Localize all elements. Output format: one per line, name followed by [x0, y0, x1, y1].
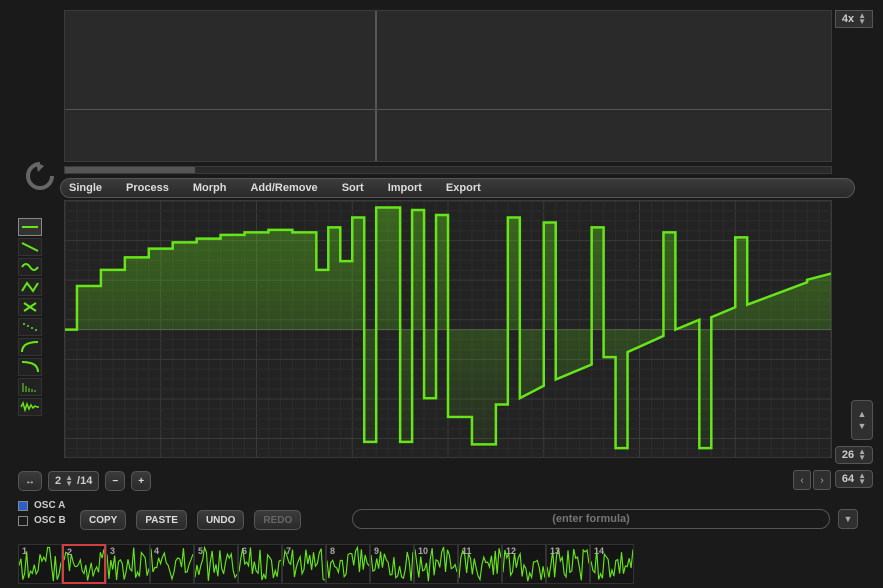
frame-thumb-10[interactable]: 10 [414, 544, 458, 584]
spinner-icon: ▲▼ [65, 475, 73, 487]
frame-total: /14 [77, 475, 92, 487]
formula-input[interactable] [352, 509, 830, 529]
menu-addremove[interactable]: Add/Remove [250, 182, 317, 194]
chevron-up-icon: ▲ [858, 408, 867, 420]
frame-thumb-7[interactable]: 7 [282, 544, 326, 584]
zoom-value: 4x [842, 13, 854, 25]
line-flat-icon[interactable] [18, 218, 42, 236]
prev-button[interactable]: ‹ [793, 470, 811, 490]
next-button[interactable]: › [813, 470, 831, 490]
osc-b-swatch [18, 516, 28, 526]
frame-thumb-3[interactable]: 3 [106, 544, 150, 584]
preview-scrollbar[interactable] [64, 166, 832, 174]
menu-single[interactable]: Single [69, 182, 102, 194]
refresh-icon[interactable] [24, 160, 56, 192]
osc-a-toggle[interactable]: OSC A [18, 500, 66, 511]
harmonics-icon[interactable] [18, 378, 42, 396]
frames-strip: 1234567891011121314 [18, 544, 873, 588]
menu-bar: Single Process Morph Add/Remove Sort Imp… [60, 178, 855, 198]
zigzag-icon[interactable] [18, 278, 42, 296]
upper-preview-panel[interactable] [64, 10, 832, 162]
frame-thumb-1[interactable]: 1 [18, 544, 62, 584]
menu-sort[interactable]: Sort [342, 182, 364, 194]
frame-thumb-13[interactable]: 13 [546, 544, 590, 584]
spinner-icon: ▲▼ [858, 13, 866, 25]
frame-selector[interactable]: 2 ▲▼ /14 [48, 471, 99, 491]
frame-current: 2 [55, 475, 61, 487]
minus-button[interactable]: − [105, 471, 125, 491]
osc-a-swatch [18, 501, 28, 511]
chevron-down-icon: ▼ [858, 420, 867, 432]
paste-button[interactable]: PASTE [136, 510, 187, 530]
frame-thumb-6[interactable]: 6 [238, 544, 282, 584]
frame-thumb-9[interactable]: 9 [370, 544, 414, 584]
dots-icon[interactable] [18, 318, 42, 336]
waveform-icon[interactable] [18, 398, 42, 416]
frame-thumb-5[interactable]: 5 [194, 544, 238, 584]
zoom-stepper[interactable]: 4x ▲▼ [835, 10, 873, 28]
curve-down-icon[interactable] [18, 358, 42, 376]
redo-button[interactable]: REDO [254, 510, 301, 530]
frame-thumb-4[interactable]: 4 [150, 544, 194, 584]
menu-morph[interactable]: Morph [193, 182, 227, 194]
scrollbar-thumb[interactable] [65, 167, 195, 173]
menu-process[interactable]: Process [126, 182, 169, 194]
copy-button[interactable]: COPY [80, 510, 126, 530]
plus-button[interactable]: + [131, 471, 151, 491]
horizontal-grid-count[interactable]: 64 ▲▼ [835, 470, 873, 488]
undo-button[interactable]: UNDO [197, 510, 244, 530]
menu-export[interactable]: Export [446, 182, 481, 194]
frame-thumb-11[interactable]: 11 [458, 544, 502, 584]
tool-palette [18, 218, 42, 416]
width-tool-button[interactable]: ↔ [18, 471, 42, 491]
sine-icon[interactable] [18, 258, 42, 276]
cross-icon[interactable] [18, 298, 42, 316]
formula-dropdown[interactable]: ▼ [838, 509, 858, 529]
vertical-stepper[interactable]: ▲ ▼ [851, 400, 873, 440]
chevron-down-icon: ▼ [844, 514, 853, 524]
spinner-icon: ▲▼ [858, 473, 866, 485]
osc-b-toggle[interactable]: OSC B [18, 515, 66, 526]
frame-thumb-8[interactable]: 8 [326, 544, 370, 584]
waveform-editor[interactable] [64, 200, 832, 458]
menu-import[interactable]: Import [388, 182, 422, 194]
spinner-icon: ▲▼ [858, 449, 866, 461]
frame-thumb-14[interactable]: 14 [590, 544, 634, 584]
curve-up-icon[interactable] [18, 338, 42, 356]
frame-thumb-2[interactable]: 2 [62, 544, 106, 584]
frame-thumb-12[interactable]: 12 [502, 544, 546, 584]
line-down-icon[interactable] [18, 238, 42, 256]
nav-arrows: ‹ › [793, 470, 831, 490]
vertical-grid-count[interactable]: 26 ▲▼ [835, 446, 873, 464]
